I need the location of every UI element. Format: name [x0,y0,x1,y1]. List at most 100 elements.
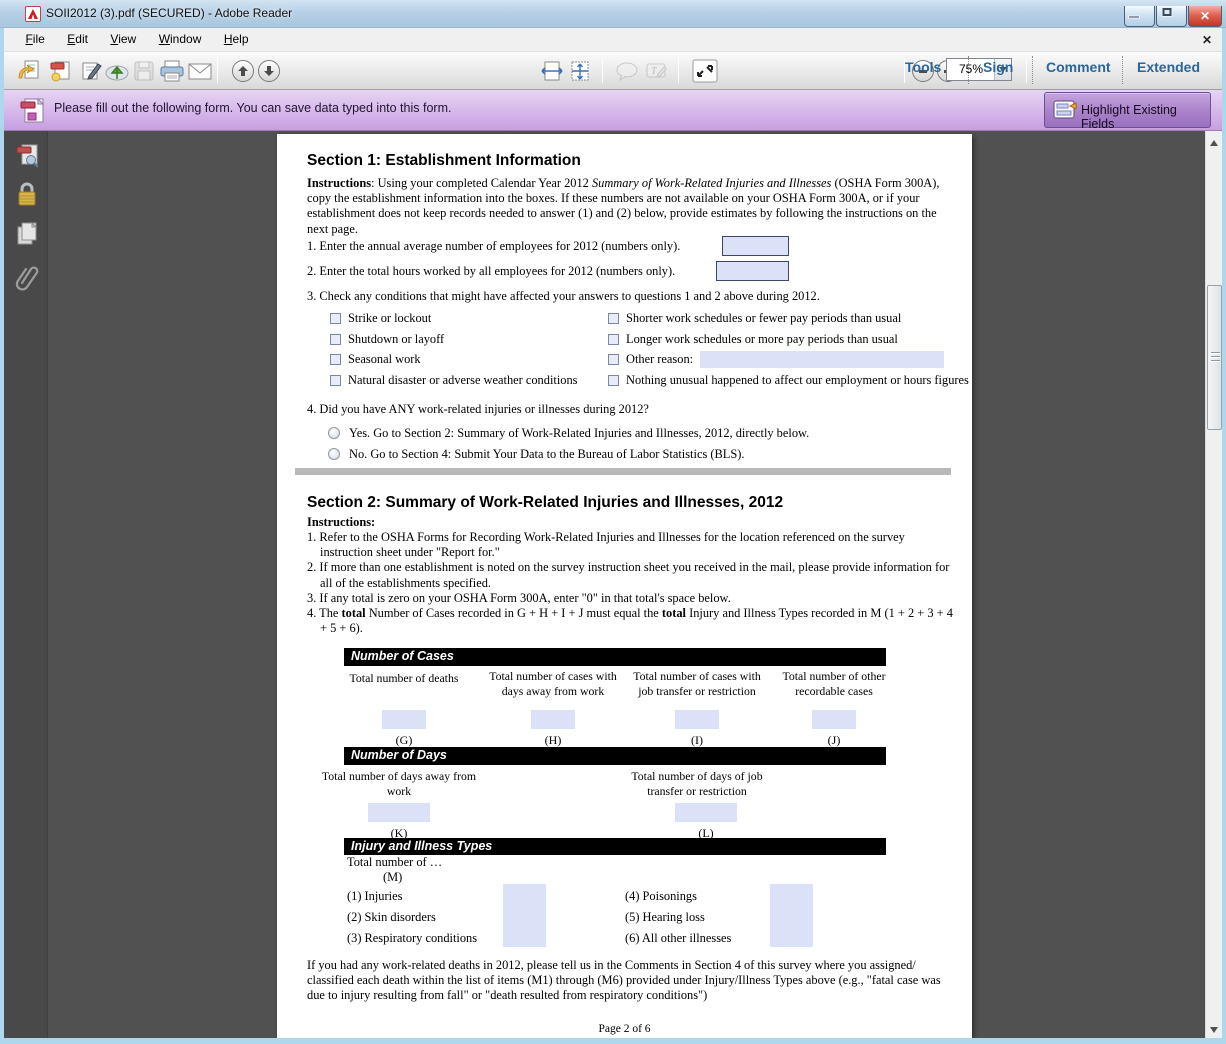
print-icon[interactable] [159,60,183,83]
minimize-button[interactable] [1124,6,1155,27]
navigation-pane [4,131,48,1038]
no-radio-label: No. Go to Section 4: Submit Your Data to… [349,447,744,462]
sign-button[interactable]: Sign [983,59,1013,75]
yes-radio[interactable] [328,427,340,439]
menu-view[interactable]: View [101,28,145,50]
close-button[interactable]: ✕ [1188,6,1222,27]
type-label: (6) All other illnesses [625,931,731,946]
save-icon [132,60,156,83]
page-footer: Page 2 of 6 [277,1022,972,1037]
section2-instructions: 1. Refer to the OSHA Forms for Recording… [307,530,959,636]
types-total-letter: (M) [383,870,402,885]
checkbox-label: Shutdown or layoff [348,332,444,347]
shorter-schedule-checkbox[interactable] [608,313,619,324]
days-away-cases-input[interactable] [531,710,575,729]
instruction-item: 2. If more than one establishment is not… [307,560,959,590]
employees-input[interactable] [722,236,789,256]
question2-label: 2. Enter the total hours worked by all e… [307,264,675,279]
security-lock-icon[interactable] [14,181,40,207]
type-label: (3) Respiratory conditions [347,931,477,946]
window-title: SOII2012 (3).pdf (SECURED) - Adobe Reade… [46,6,292,20]
section2-heading: Section 2: Summary of Work-Related Injur… [307,494,783,512]
other-illnesses-input[interactable] [770,926,813,947]
instruction-item: 4. The total Number of Cases recorded in… [307,606,959,636]
injuries-input[interactable] [503,884,546,905]
checkbox-label: Longer work schedules or more pay period… [626,332,898,347]
checkbox-label: Nothing unusual happened to affect our e… [626,373,969,388]
page-thumbnails-icon[interactable] [14,143,40,169]
shutdown-checkbox[interactable] [330,334,341,345]
hours-input[interactable] [716,261,789,281]
menu-help[interactable]: Help [215,28,258,50]
sign-pen-icon[interactable] [79,60,103,83]
extended-button[interactable]: Extended [1137,59,1200,75]
checkbox-label: Shorter work schedules or fewer pay peri… [626,311,901,326]
job-transfer-cases-input[interactable] [675,710,719,729]
tools-button[interactable]: Tools [905,59,941,75]
hearing-loss-input[interactable] [770,905,813,926]
question4-label: 4. Did you have ANY work-related injurie… [307,402,649,417]
types-header-bar: Injury and Illness Types [344,838,886,855]
pdf-page: Section 1: Establishment Information Ins… [277,134,972,1038]
scrollbar-thumb[interactable] [1207,285,1222,430]
seasonal-checkbox[interactable] [330,354,341,365]
window-border-right [1222,28,1226,1044]
checkbox-label: Natural disaster or adverse weather cond… [348,373,578,388]
cloud-upload-icon[interactable] [104,60,128,83]
strike-checkbox[interactable] [330,313,341,324]
column-header: Total number of deaths [334,671,474,686]
pdf-create-icon[interactable] [49,60,73,83]
checkbox-label: Strike or lockout [348,311,431,326]
adobe-reader-icon [25,6,41,22]
menu-edit[interactable]: Edit [58,28,97,50]
column-letter: (H) [523,733,583,748]
paperclip-icon[interactable] [14,263,40,289]
instruction-item: 1. Refer to the OSHA Forms for Recording… [307,530,959,560]
disaster-checkbox[interactable] [330,375,341,386]
highlight-fields-label: Highlight Existing Fields [1081,103,1210,131]
text-markup-icon: T [644,60,668,83]
fit-page-icon[interactable] [568,60,592,83]
menu-file[interactable]: File [16,28,53,50]
column-letter: (I) [667,733,727,748]
deaths-input[interactable] [382,710,426,729]
days-transfer-input[interactable] [675,803,737,822]
other-recordable-cases-input[interactable] [812,710,856,729]
days-away-input[interactable] [368,803,430,822]
other-reason-input[interactable] [700,351,944,368]
highlight-fields-icon [1053,100,1077,125]
section1-heading: Section 1: Establishment Information [307,152,581,170]
fullscreen-icon[interactable] [692,59,716,82]
pages-icon[interactable] [14,221,40,247]
scroll-up-icon[interactable] [1206,131,1223,148]
fit-width-icon[interactable] [540,60,564,83]
no-radio[interactable] [328,448,340,460]
next-page-button[interactable] [258,60,280,82]
cases-header-bar: Number of Cases [344,648,886,666]
respiratory-input[interactable] [503,926,546,947]
window-border-bottom [0,1038,1226,1044]
other-reason-checkbox[interactable] [608,354,619,365]
instruction-item: 3. If any total is zero on your OSHA For… [307,591,959,606]
vertical-scrollbar[interactable] [1205,131,1222,1038]
section1-instructions: Instructions: Using your completed Calen… [307,176,955,237]
email-icon[interactable] [187,60,211,83]
open-icon[interactable] [17,60,41,83]
highlight-fields-button[interactable]: Highlight Existing Fields [1044,92,1211,128]
comment-balloon-icon [614,60,638,83]
column-header: Total number of cases with job transfer … [627,669,767,698]
section-divider [295,468,951,475]
comment-button[interactable]: Comment [1046,59,1111,75]
window-border-left [0,28,4,1044]
close-document-icon[interactable]: ✕ [1202,33,1212,47]
column-header: Total number of cases with days away fro… [483,669,623,698]
days-header-bar: Number of Days [344,747,886,765]
scroll-down-icon[interactable] [1206,1021,1223,1038]
restore-button[interactable] [1156,6,1187,27]
longer-schedule-checkbox[interactable] [608,334,619,345]
poisonings-input[interactable] [770,884,813,905]
nothing-unusual-checkbox[interactable] [608,375,619,386]
menu-window[interactable]: Window [150,28,211,50]
skin-disorders-input[interactable] [503,905,546,926]
previous-page-button[interactable] [232,60,254,82]
